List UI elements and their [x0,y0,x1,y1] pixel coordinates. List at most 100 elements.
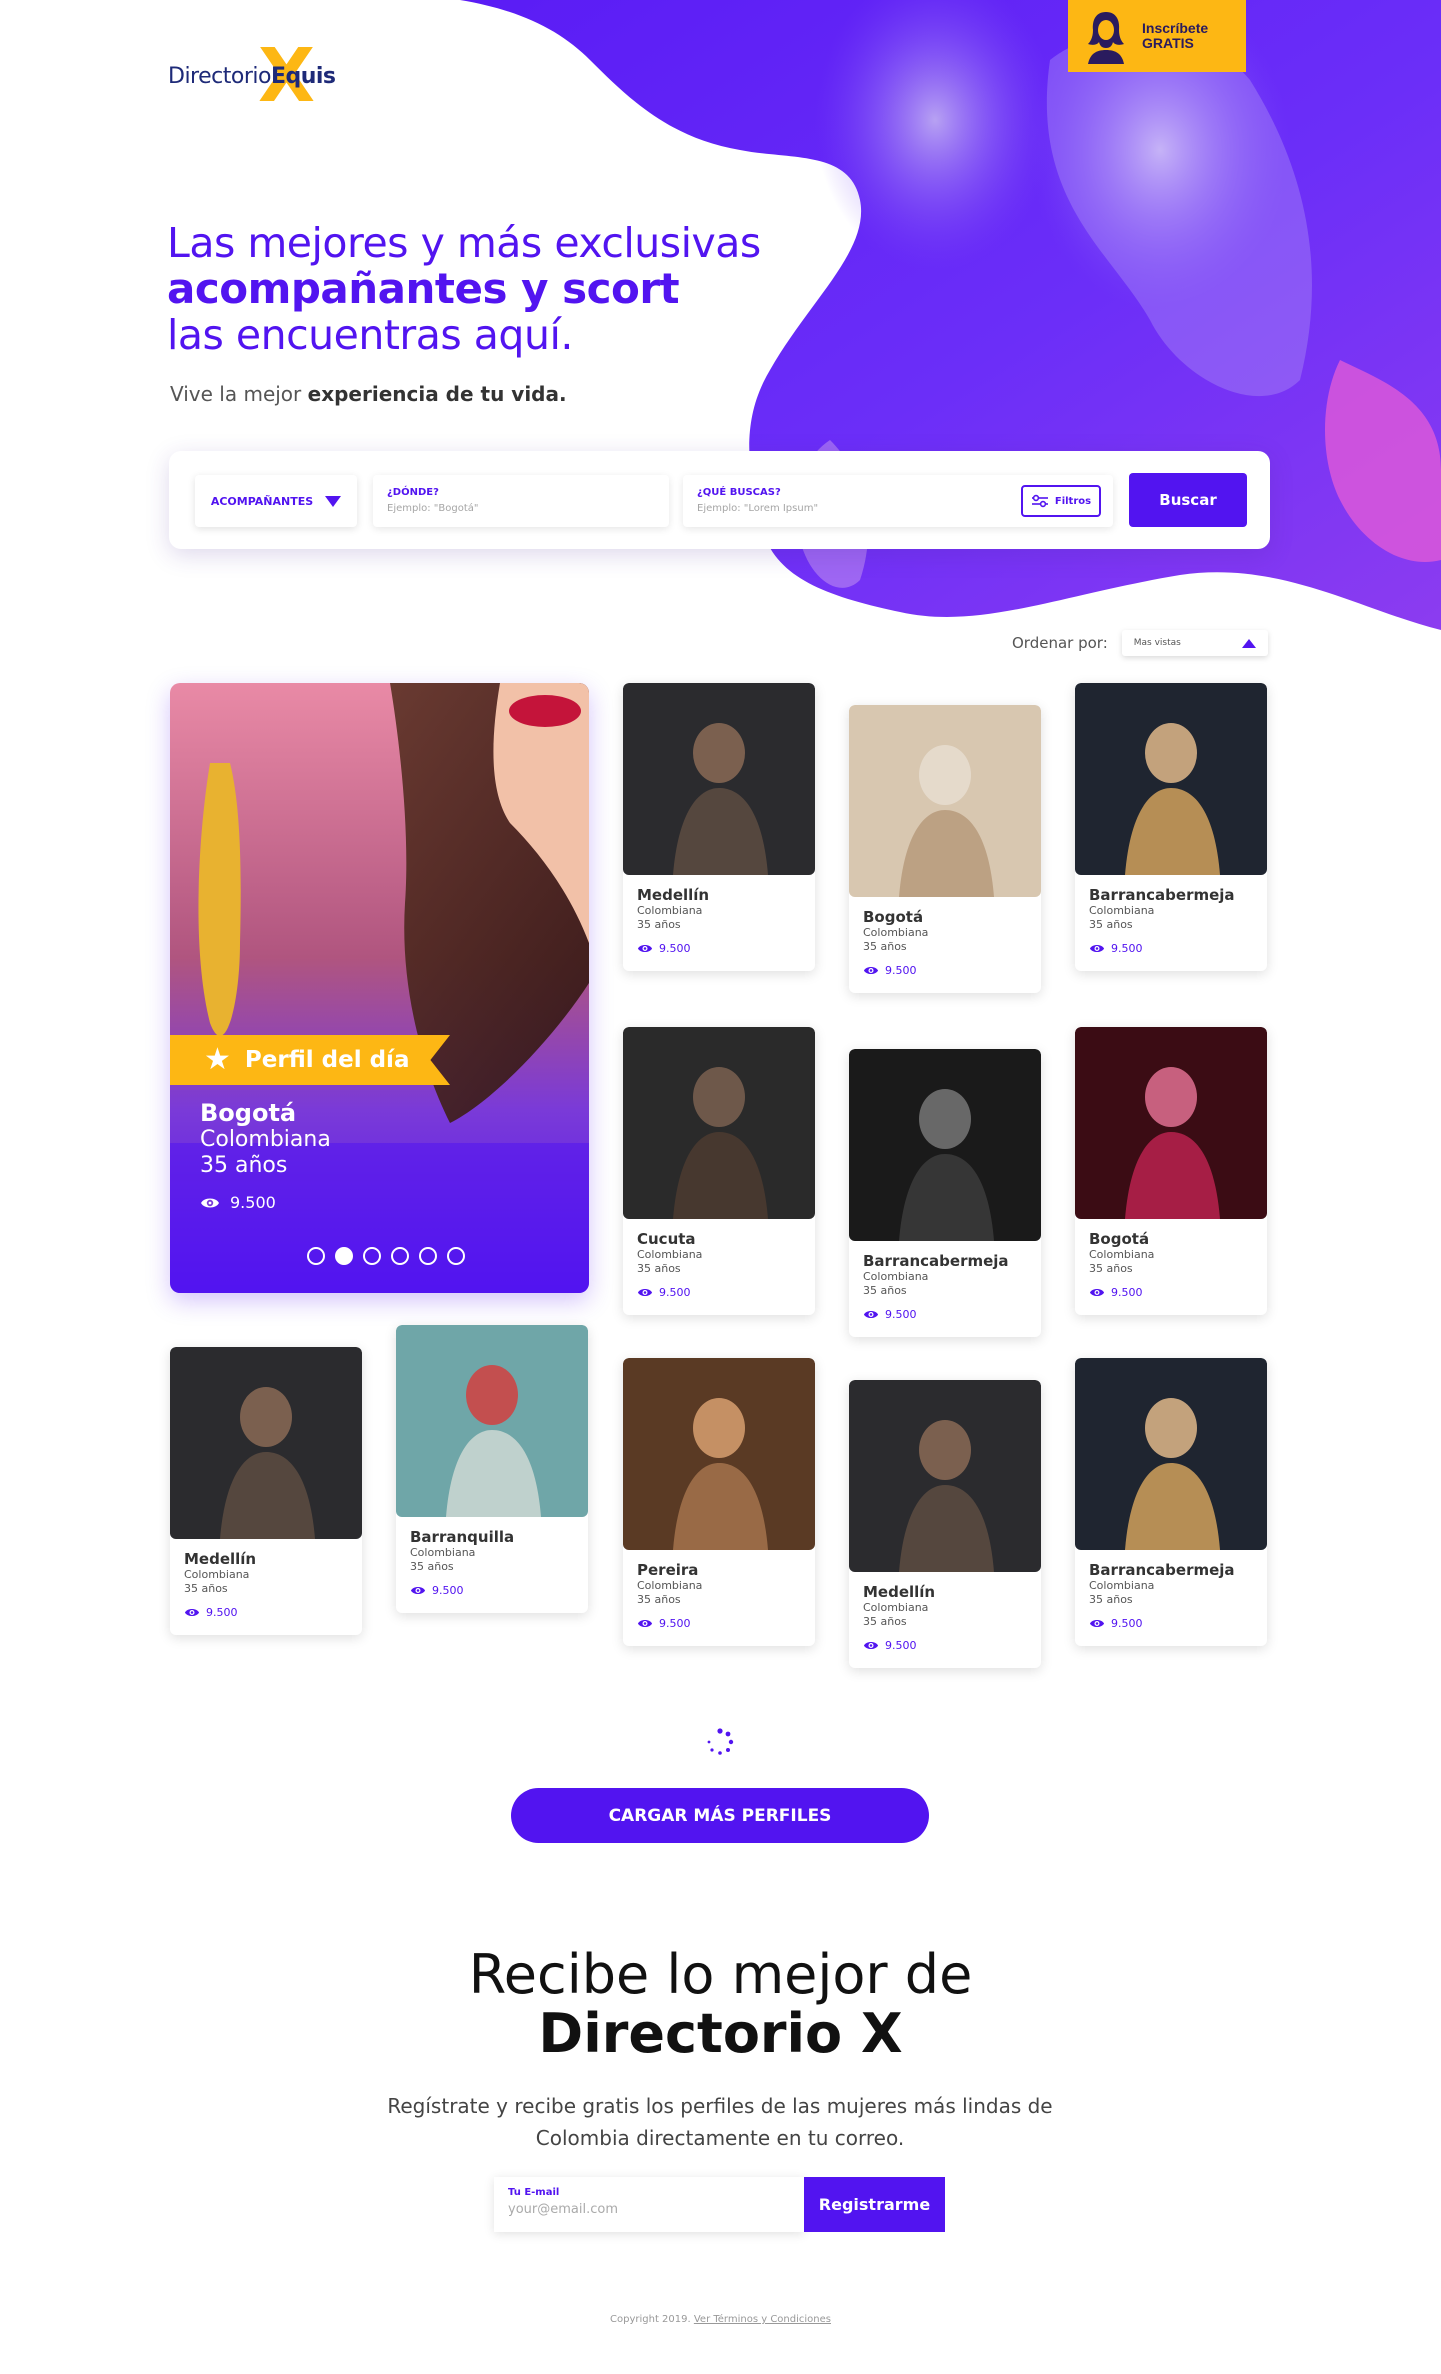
carousel-dot[interactable] [363,1247,381,1265]
what-input[interactable] [697,503,997,514]
signup-line2: GRATIS [1142,35,1194,51]
caret-down-icon [325,495,342,507]
signup-line1: Inscríbete [1142,20,1209,36]
profile-photo [1075,1358,1267,1550]
profile-card[interactable]: Medellín Colombiana 35 años 9.500 [170,1347,362,1635]
newsletter-form: Tu E-mail Registrarme [494,2177,945,2232]
site-logo[interactable]: X DirectorioEquis [168,38,348,114]
sort-control: Ordenar por: Mas vistas [1012,630,1268,656]
eye-icon [1089,944,1105,953]
footer: Copyright 2019. Ver Términos y Condicion… [0,2314,1441,2325]
profile-nationality: Colombiana [1089,1248,1155,1261]
profile-meta: Pereira Colombiana 35 años 9.500 [623,1550,815,1646]
profile-views: 9.500 [184,1606,348,1619]
profile-card[interactable]: Barrancabermeja Colombiana 35 años 9.500 [849,1049,1041,1337]
profile-meta: Bogotá Colombiana 35 años 9.500 [849,897,1041,993]
profile-age: 35 años [1089,918,1133,931]
what-field[interactable]: ¿QUÉ BUSCAS? Filtros [683,475,1113,527]
email-input[interactable] [508,2202,790,2217]
filters-button[interactable]: Filtros [1021,485,1101,517]
profile-city: Cucuta [637,1230,696,1248]
where-input[interactable] [387,503,655,514]
carousel-dot[interactable] [447,1247,465,1265]
profile-views: 9.500 [863,964,1027,977]
profile-card[interactable]: Cucuta Colombiana 35 años 9.500 [623,1027,815,1315]
profile-city: Pereira [637,1561,699,1579]
star-icon: ★ [204,1043,231,1076]
eye-icon [1089,1619,1105,1628]
profile-views-count: 9.500 [659,942,691,955]
profile-views-count: 9.500 [885,964,917,977]
logo-text-bold: Equis [270,64,336,89]
hero-line2: acompañantes y scort [167,264,680,313]
carousel-dot[interactable] [419,1247,437,1265]
profile-card[interactable]: Bogotá Colombiana 35 años 9.500 [1075,1027,1267,1315]
hero-headline: Las mejores y más exclusivas acompañante… [167,220,847,358]
featured-city: Bogotá [200,1099,297,1127]
filters-label: Filtros [1054,495,1092,507]
logo-wordmark: DirectorioEquis [168,64,336,89]
carousel-dot[interactable] [391,1247,409,1265]
profile-nationality: Colombiana [410,1546,476,1559]
profile-views: 9.500 [410,1584,574,1597]
profile-views: 9.500 [637,942,801,955]
profile-photo [623,683,815,875]
profile-nationality: Colombiana [863,1270,929,1283]
sort-select[interactable]: Mas vistas [1121,630,1268,656]
profile-city: Bogotá [1089,1230,1150,1248]
tagline-regular: Vive la mejor [170,382,308,406]
profile-views-count: 9.500 [659,1617,691,1630]
email-field[interactable]: Tu E-mail [494,2177,804,2232]
profile-age: 35 años [637,918,681,931]
profile-city: Barrancabermeja [863,1252,1009,1270]
profile-age: 35 años [863,1284,907,1297]
profile-card[interactable]: Bogotá Colombiana 35 años 9.500 [849,705,1041,993]
signup-label: Inscríbete GRATIS [1142,21,1208,51]
featured-profile-card[interactable]: ★ Perfil del día Bogotá Colombiana 35 añ… [170,683,589,1293]
profile-age: 35 años [863,940,907,953]
newsletter-title-line2: Directorio X [538,2002,903,2065]
profile-views-count: 9.500 [432,1584,464,1597]
category-select[interactable]: ACOMPAÑANTES [195,475,357,527]
eye-icon [863,1310,879,1319]
profile-meta: Medellín Colombiana 35 años 9.500 [170,1539,362,1635]
profile-card[interactable]: Pereira Colombiana 35 años 9.500 [623,1358,815,1646]
terms-link[interactable]: Ver Términos y Condiciones [694,2314,831,2325]
profile-nationality: Colombiana [184,1568,250,1581]
profile-meta: Barranquilla Colombiana 35 años 9.500 [396,1517,588,1613]
profile-card[interactable]: Medellín Colombiana 35 años 9.500 [849,1380,1041,1668]
signup-free-button[interactable]: Inscríbete GRATIS [1068,0,1246,72]
profile-views: 9.500 [1089,1286,1253,1299]
profile-nationality: Colombiana [637,904,703,917]
carousel-dot[interactable] [335,1247,353,1265]
profile-views: 9.500 [637,1617,801,1630]
profile-card[interactable]: Medellín Colombiana 35 años 9.500 [623,683,815,971]
profile-views-count: 9.500 [885,1639,917,1652]
eye-icon [637,1619,653,1628]
featured-views-count: 9.500 [230,1193,276,1212]
profile-card[interactable]: Barranquilla Colombiana 35 años 9.500 [396,1325,588,1613]
profile-views-count: 9.500 [1111,1617,1143,1630]
where-field[interactable]: ¿DÓNDE? [373,475,669,527]
search-button[interactable]: Buscar [1129,473,1247,527]
profile-photo [849,1380,1041,1572]
eye-icon [863,966,879,975]
sort-value: Mas vistas [1133,638,1181,648]
profile-city: Barrancabermeja [1089,886,1235,904]
profile-views-count: 9.500 [206,1606,238,1619]
carousel-dot[interactable] [307,1247,325,1265]
load-more-button[interactable]: CARGAR MÁS PERFILES [511,1788,929,1843]
profile-city: Bogotá [863,908,924,926]
profile-meta: Barrancabermeja Colombiana 35 años 9.500 [1075,1550,1267,1646]
search-bar: ACOMPAÑANTES ¿DÓNDE? ¿QUÉ BUSCAS? Filtro… [169,451,1270,549]
profile-card[interactable]: Barrancabermeja Colombiana 35 años 9.500 [1075,1358,1267,1646]
caret-up-icon [1241,638,1256,648]
sliders-icon [1031,494,1048,508]
register-button[interactable]: Registrarme [804,2177,945,2232]
category-value: ACOMPAÑANTES [210,494,314,508]
eye-icon [184,1608,200,1617]
profile-card[interactable]: Barrancabermeja Colombiana 35 años 9.500 [1075,683,1267,971]
where-label: ¿DÓNDE? [387,487,439,498]
badge-label: Perfil del día [244,1047,410,1073]
hero-tagline: Vive la mejor experiencia de tu vida. [170,382,567,406]
